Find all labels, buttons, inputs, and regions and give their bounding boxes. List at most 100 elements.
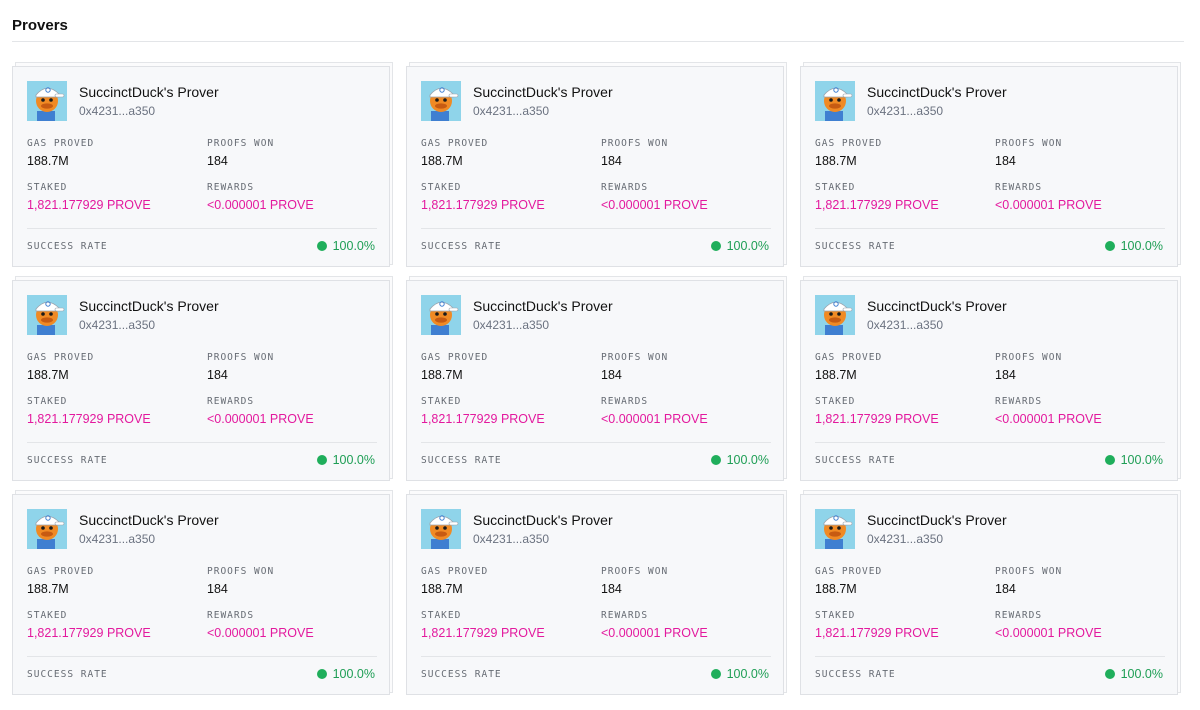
duck-avatar-icon (27, 509, 67, 549)
success-rate: 100.0% (710, 239, 769, 253)
staked-value: 1,821.177929 PROVE (27, 626, 151, 640)
duck-avatar-icon (815, 81, 855, 121)
status-dot-icon (316, 669, 327, 679)
staked-value: 1,821.177929 PROVE (421, 626, 545, 640)
gas-proved-value: 188.7M (815, 368, 857, 382)
success-rate-label: SUCCESS RATE (421, 669, 502, 680)
card-divider (421, 442, 771, 443)
staked-value: 1,821.177929 PROVE (815, 198, 939, 212)
success-rate-label: SUCCESS RATE (27, 455, 108, 466)
prover-name[interactable]: SuccinctDuck's Prover (79, 298, 219, 314)
rewards-value: <0.000001 PROVE (601, 626, 708, 640)
card-divider (421, 656, 771, 657)
prover-name[interactable]: SuccinctDuck's Prover (867, 84, 1007, 100)
proofs-won-label: PROOFS WON (601, 352, 669, 363)
success-rate: 100.0% (710, 667, 769, 681)
success-rate: 100.0% (316, 453, 375, 467)
prover-address[interactable]: 0x4231...a350 (473, 532, 549, 546)
duck-avatar-icon (421, 295, 461, 335)
status-dot-icon (710, 455, 721, 465)
rewards-label: REWARDS (995, 396, 1043, 407)
success-rate-value: 100.0% (332, 239, 375, 253)
prover-card[interactable]: SuccinctDuck's Prover 0x4231...a350 GAS … (800, 494, 1178, 695)
success-rate-label: SUCCESS RATE (27, 669, 108, 680)
section-divider (12, 41, 1184, 42)
prover-address[interactable]: 0x4231...a350 (473, 318, 549, 332)
gas-proved-label: GAS PROVED (815, 566, 883, 577)
proofs-won-value: 184 (601, 582, 622, 596)
prover-card[interactable]: SuccinctDuck's Prover 0x4231...a350 GAS … (406, 280, 784, 481)
duck-avatar-icon (815, 295, 855, 335)
rewards-label: REWARDS (601, 610, 649, 621)
status-dot-icon (1104, 241, 1115, 251)
card-divider (815, 442, 1165, 443)
success-rate-value: 100.0% (726, 239, 769, 253)
proofs-won-label: PROOFS WON (207, 352, 275, 363)
success-rate-value: 100.0% (332, 667, 375, 681)
prover-card[interactable]: SuccinctDuck's Prover 0x4231...a350 GAS … (406, 494, 784, 695)
prover-card-stack: SuccinctDuck's Prover 0x4231...a350 GAS … (12, 62, 394, 268)
prover-name[interactable]: SuccinctDuck's Prover (79, 84, 219, 100)
proofs-won-value: 184 (207, 582, 228, 596)
status-dot-icon (710, 241, 721, 251)
gas-proved-label: GAS PROVED (815, 138, 883, 149)
success-rate-value: 100.0% (726, 667, 769, 681)
rewards-value: <0.000001 PROVE (207, 412, 314, 426)
prover-card-stack: SuccinctDuck's Prover 0x4231...a350 GAS … (406, 62, 788, 268)
prover-address[interactable]: 0x4231...a350 (79, 104, 155, 118)
success-rate-label: SUCCESS RATE (27, 241, 108, 252)
staked-value: 1,821.177929 PROVE (27, 198, 151, 212)
staked-label: STAKED (27, 396, 68, 407)
gas-proved-value: 188.7M (421, 368, 463, 382)
prover-card[interactable]: SuccinctDuck's Prover 0x4231...a350 GAS … (800, 66, 1178, 267)
rewards-label: REWARDS (601, 182, 649, 193)
card-divider (27, 228, 377, 229)
card-divider (27, 656, 377, 657)
prover-card[interactable]: SuccinctDuck's Prover 0x4231...a350 GAS … (12, 494, 390, 695)
gas-proved-label: GAS PROVED (421, 566, 489, 577)
proofs-won-value: 184 (601, 368, 622, 382)
rewards-label: REWARDS (601, 396, 649, 407)
prover-card-stack: SuccinctDuck's Prover 0x4231...a350 GAS … (800, 62, 1182, 268)
rewards-label: REWARDS (207, 182, 255, 193)
rewards-label: REWARDS (995, 610, 1043, 621)
prover-card[interactable]: SuccinctDuck's Prover 0x4231...a350 GAS … (800, 280, 1178, 481)
prover-name[interactable]: SuccinctDuck's Prover (473, 298, 613, 314)
prover-address[interactable]: 0x4231...a350 (79, 318, 155, 332)
proofs-won-label: PROOFS WON (207, 138, 275, 149)
gas-proved-label: GAS PROVED (421, 138, 489, 149)
staked-label: STAKED (421, 396, 462, 407)
proofs-won-label: PROOFS WON (995, 138, 1063, 149)
proofs-won-label: PROOFS WON (601, 566, 669, 577)
proofs-won-value: 184 (995, 154, 1016, 168)
staked-label: STAKED (815, 396, 856, 407)
success-rate: 100.0% (1104, 453, 1163, 467)
prover-card[interactable]: SuccinctDuck's Prover 0x4231...a350 GAS … (406, 66, 784, 267)
prover-address[interactable]: 0x4231...a350 (867, 532, 943, 546)
prover-name[interactable]: SuccinctDuck's Prover (867, 512, 1007, 528)
rewards-label: REWARDS (207, 396, 255, 407)
gas-proved-value: 188.7M (27, 154, 69, 168)
prover-address[interactable]: 0x4231...a350 (867, 318, 943, 332)
staked-label: STAKED (815, 182, 856, 193)
prover-card-stack: SuccinctDuck's Prover 0x4231...a350 GAS … (12, 276, 394, 482)
success-rate-label: SUCCESS RATE (815, 241, 896, 252)
card-divider (421, 228, 771, 229)
gas-proved-label: GAS PROVED (27, 138, 95, 149)
prover-name[interactable]: SuccinctDuck's Prover (473, 84, 613, 100)
prover-name[interactable]: SuccinctDuck's Prover (473, 512, 613, 528)
proofs-won-value: 184 (995, 582, 1016, 596)
card-divider (27, 442, 377, 443)
prover-name[interactable]: SuccinctDuck's Prover (79, 512, 219, 528)
gas-proved-label: GAS PROVED (27, 566, 95, 577)
prover-card[interactable]: SuccinctDuck's Prover 0x4231...a350 GAS … (12, 66, 390, 267)
duck-avatar-icon (421, 81, 461, 121)
prover-card-stack: SuccinctDuck's Prover 0x4231...a350 GAS … (800, 276, 1182, 482)
prover-address[interactable]: 0x4231...a350 (473, 104, 549, 118)
prover-address[interactable]: 0x4231...a350 (867, 104, 943, 118)
rewards-value: <0.000001 PROVE (207, 198, 314, 212)
prover-address[interactable]: 0x4231...a350 (79, 532, 155, 546)
prover-card[interactable]: SuccinctDuck's Prover 0x4231...a350 GAS … (12, 280, 390, 481)
staked-label: STAKED (421, 610, 462, 621)
prover-name[interactable]: SuccinctDuck's Prover (867, 298, 1007, 314)
